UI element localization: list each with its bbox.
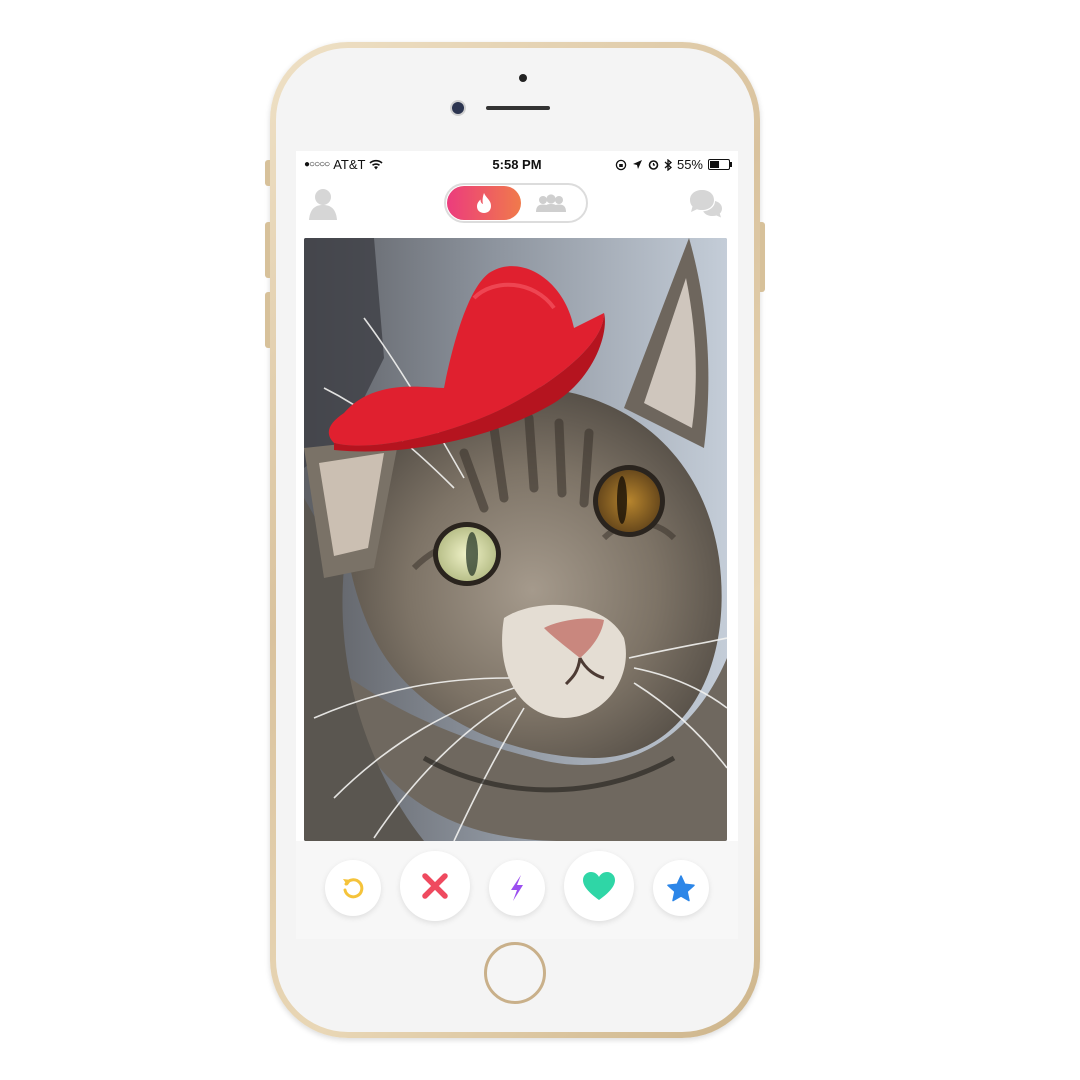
star-icon: [667, 874, 695, 901]
mode-toggle[interactable]: [444, 183, 588, 223]
cat-photo: [304, 238, 727, 841]
home-button[interactable]: [484, 942, 546, 1004]
mute-switch: [265, 160, 270, 186]
nope-button[interactable]: [400, 851, 470, 921]
chat-icon[interactable]: [688, 189, 724, 221]
proximity-sensor: [519, 74, 527, 82]
alarm-icon: [648, 160, 659, 170]
flame-icon: [477, 193, 491, 213]
toggle-social[interactable]: [528, 191, 574, 215]
like-button[interactable]: [564, 851, 634, 921]
status-bar: ●○○○○ AT&T 5:58 PM 55%: [296, 151, 738, 177]
group-icon: [536, 194, 566, 212]
earpiece-speaker: [486, 106, 550, 110]
app-header: [296, 177, 738, 235]
volume-down-button: [265, 292, 270, 348]
rewind-icon: [343, 878, 364, 899]
bluetooth-icon: [664, 158, 672, 171]
battery-icon: [708, 159, 732, 170]
boost-button[interactable]: [489, 860, 545, 916]
front-camera: [452, 102, 464, 114]
super-like-button[interactable]: [653, 860, 709, 916]
volume-up-button: [265, 222, 270, 278]
app-screen: ●○○○○ AT&T 5:58 PM 55%: [296, 151, 738, 939]
profile-photo-card[interactable]: [304, 238, 727, 841]
rotation-lock-icon: [615, 159, 627, 170]
power-button: [760, 222, 765, 292]
x-icon: [422, 873, 448, 899]
rewind-button[interactable]: [325, 860, 381, 916]
profile-icon[interactable]: [308, 187, 338, 221]
action-bar: [296, 841, 738, 939]
lightning-icon: [511, 875, 523, 901]
toggle-discover[interactable]: [447, 186, 521, 220]
location-icon: [632, 160, 642, 169]
heart-icon: [583, 872, 615, 900]
battery-percent: 55%: [676, 157, 703, 172]
